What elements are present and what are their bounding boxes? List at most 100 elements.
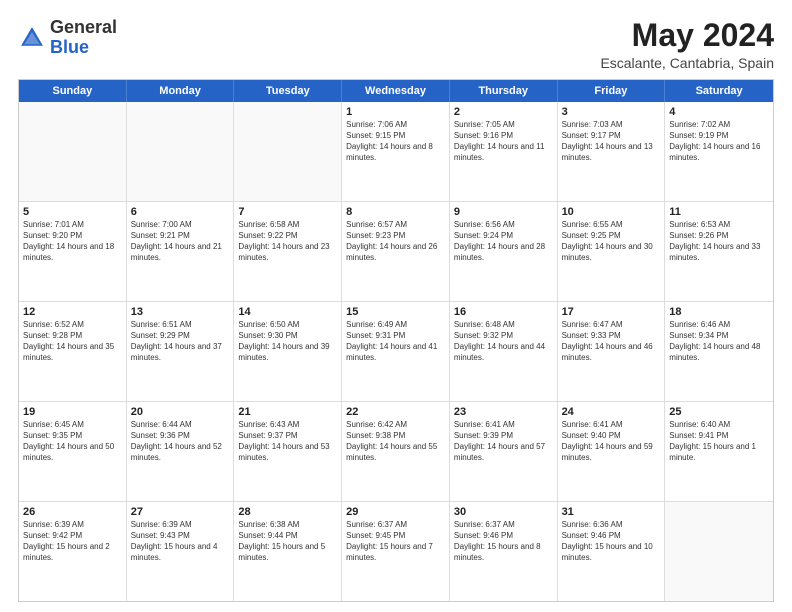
day-number: 12 — [23, 305, 122, 319]
calendar: SundayMondayTuesdayWednesdayThursdayFrid… — [18, 79, 774, 602]
cal-header-friday: Friday — [558, 80, 666, 102]
cal-cell-day-30: 30Sunrise: 6:37 AM Sunset: 9:46 PM Dayli… — [450, 502, 558, 601]
day-number: 28 — [238, 505, 337, 519]
cal-cell-empty — [234, 102, 342, 201]
logo-text: General Blue — [50, 18, 117, 58]
cal-cell-day-31: 31Sunrise: 6:36 AM Sunset: 9:46 PM Dayli… — [558, 502, 666, 601]
cell-details: Sunrise: 7:06 AM Sunset: 9:15 PM Dayligh… — [346, 120, 445, 163]
cal-cell-day-7: 7Sunrise: 6:58 AM Sunset: 9:22 PM Daylig… — [234, 202, 342, 301]
cal-cell-day-27: 27Sunrise: 6:39 AM Sunset: 9:43 PM Dayli… — [127, 502, 235, 601]
cal-cell-day-1: 1Sunrise: 7:06 AM Sunset: 9:15 PM Daylig… — [342, 102, 450, 201]
cal-header-sunday: Sunday — [19, 80, 127, 102]
cal-week-5: 26Sunrise: 6:39 AM Sunset: 9:42 PM Dayli… — [19, 502, 773, 601]
cal-cell-day-12: 12Sunrise: 6:52 AM Sunset: 9:28 PM Dayli… — [19, 302, 127, 401]
cal-cell-day-24: 24Sunrise: 6:41 AM Sunset: 9:40 PM Dayli… — [558, 402, 666, 501]
cell-details: Sunrise: 6:42 AM Sunset: 9:38 PM Dayligh… — [346, 420, 445, 463]
day-number: 17 — [562, 305, 661, 319]
cal-header-wednesday: Wednesday — [342, 80, 450, 102]
header: General Blue May 2024 Escalante, Cantabr… — [18, 18, 774, 71]
cell-details: Sunrise: 6:37 AM Sunset: 9:46 PM Dayligh… — [454, 520, 553, 563]
day-number: 1 — [346, 105, 445, 119]
cal-cell-day-23: 23Sunrise: 6:41 AM Sunset: 9:39 PM Dayli… — [450, 402, 558, 501]
day-number: 24 — [562, 405, 661, 419]
cal-cell-day-17: 17Sunrise: 6:47 AM Sunset: 9:33 PM Dayli… — [558, 302, 666, 401]
cell-details: Sunrise: 6:53 AM Sunset: 9:26 PM Dayligh… — [669, 220, 769, 263]
cell-details: Sunrise: 6:55 AM Sunset: 9:25 PM Dayligh… — [562, 220, 661, 263]
day-number: 2 — [454, 105, 553, 119]
logo-blue: Blue — [50, 37, 89, 57]
cell-details: Sunrise: 6:41 AM Sunset: 9:39 PM Dayligh… — [454, 420, 553, 463]
cal-cell-day-15: 15Sunrise: 6:49 AM Sunset: 9:31 PM Dayli… — [342, 302, 450, 401]
cal-cell-day-13: 13Sunrise: 6:51 AM Sunset: 9:29 PM Dayli… — [127, 302, 235, 401]
day-number: 6 — [131, 205, 230, 219]
cal-week-4: 19Sunrise: 6:45 AM Sunset: 9:35 PM Dayli… — [19, 402, 773, 502]
page: General Blue May 2024 Escalante, Cantabr… — [0, 0, 792, 612]
day-number: 23 — [454, 405, 553, 419]
day-number: 19 — [23, 405, 122, 419]
cal-cell-day-4: 4Sunrise: 7:02 AM Sunset: 9:19 PM Daylig… — [665, 102, 773, 201]
cell-details: Sunrise: 6:58 AM Sunset: 9:22 PM Dayligh… — [238, 220, 337, 263]
cal-cell-day-25: 25Sunrise: 6:40 AM Sunset: 9:41 PM Dayli… — [665, 402, 773, 501]
day-number: 10 — [562, 205, 661, 219]
logo: General Blue — [18, 18, 117, 58]
day-number: 9 — [454, 205, 553, 219]
cell-details: Sunrise: 6:52 AM Sunset: 9:28 PM Dayligh… — [23, 320, 122, 363]
location: Escalante, Cantabria, Spain — [600, 55, 774, 71]
cal-cell-day-6: 6Sunrise: 7:00 AM Sunset: 9:21 PM Daylig… — [127, 202, 235, 301]
cell-details: Sunrise: 6:43 AM Sunset: 9:37 PM Dayligh… — [238, 420, 337, 463]
cal-cell-day-2: 2Sunrise: 7:05 AM Sunset: 9:16 PM Daylig… — [450, 102, 558, 201]
day-number: 26 — [23, 505, 122, 519]
day-number: 20 — [131, 405, 230, 419]
day-number: 31 — [562, 505, 661, 519]
cal-cell-day-26: 26Sunrise: 6:39 AM Sunset: 9:42 PM Dayli… — [19, 502, 127, 601]
cell-details: Sunrise: 6:44 AM Sunset: 9:36 PM Dayligh… — [131, 420, 230, 463]
cal-cell-day-21: 21Sunrise: 6:43 AM Sunset: 9:37 PM Dayli… — [234, 402, 342, 501]
day-number: 11 — [669, 205, 769, 219]
cell-details: Sunrise: 7:01 AM Sunset: 9:20 PM Dayligh… — [23, 220, 122, 263]
day-number: 29 — [346, 505, 445, 519]
cell-details: Sunrise: 6:48 AM Sunset: 9:32 PM Dayligh… — [454, 320, 553, 363]
day-number: 22 — [346, 405, 445, 419]
cell-details: Sunrise: 6:37 AM Sunset: 9:45 PM Dayligh… — [346, 520, 445, 563]
cell-details: Sunrise: 7:02 AM Sunset: 9:19 PM Dayligh… — [669, 120, 769, 163]
cell-details: Sunrise: 6:51 AM Sunset: 9:29 PM Dayligh… — [131, 320, 230, 363]
title-block: May 2024 Escalante, Cantabria, Spain — [600, 18, 774, 71]
cal-header-monday: Monday — [127, 80, 235, 102]
cell-details: Sunrise: 6:39 AM Sunset: 9:42 PM Dayligh… — [23, 520, 122, 563]
day-number: 8 — [346, 205, 445, 219]
day-number: 27 — [131, 505, 230, 519]
cal-cell-day-5: 5Sunrise: 7:01 AM Sunset: 9:20 PM Daylig… — [19, 202, 127, 301]
cal-week-1: 1Sunrise: 7:06 AM Sunset: 9:15 PM Daylig… — [19, 102, 773, 202]
cal-cell-day-9: 9Sunrise: 6:56 AM Sunset: 9:24 PM Daylig… — [450, 202, 558, 301]
cal-week-2: 5Sunrise: 7:01 AM Sunset: 9:20 PM Daylig… — [19, 202, 773, 302]
cal-cell-day-28: 28Sunrise: 6:38 AM Sunset: 9:44 PM Dayli… — [234, 502, 342, 601]
day-number: 3 — [562, 105, 661, 119]
cal-cell-empty — [19, 102, 127, 201]
day-number: 7 — [238, 205, 337, 219]
cal-cell-day-8: 8Sunrise: 6:57 AM Sunset: 9:23 PM Daylig… — [342, 202, 450, 301]
cal-cell-empty — [127, 102, 235, 201]
cal-cell-day-11: 11Sunrise: 6:53 AM Sunset: 9:26 PM Dayli… — [665, 202, 773, 301]
cal-cell-day-22: 22Sunrise: 6:42 AM Sunset: 9:38 PM Dayli… — [342, 402, 450, 501]
cal-cell-empty — [665, 502, 773, 601]
cell-details: Sunrise: 6:45 AM Sunset: 9:35 PM Dayligh… — [23, 420, 122, 463]
cal-cell-day-20: 20Sunrise: 6:44 AM Sunset: 9:36 PM Dayli… — [127, 402, 235, 501]
cal-cell-day-3: 3Sunrise: 7:03 AM Sunset: 9:17 PM Daylig… — [558, 102, 666, 201]
cell-details: Sunrise: 6:41 AM Sunset: 9:40 PM Dayligh… — [562, 420, 661, 463]
cal-header-tuesday: Tuesday — [234, 80, 342, 102]
day-number: 30 — [454, 505, 553, 519]
cell-details: Sunrise: 6:49 AM Sunset: 9:31 PM Dayligh… — [346, 320, 445, 363]
day-number: 16 — [454, 305, 553, 319]
logo-general: General — [50, 17, 117, 37]
cell-details: Sunrise: 6:56 AM Sunset: 9:24 PM Dayligh… — [454, 220, 553, 263]
cell-details: Sunrise: 6:50 AM Sunset: 9:30 PM Dayligh… — [238, 320, 337, 363]
calendar-header-row: SundayMondayTuesdayWednesdayThursdayFrid… — [19, 80, 773, 102]
cal-week-3: 12Sunrise: 6:52 AM Sunset: 9:28 PM Dayli… — [19, 302, 773, 402]
day-number: 15 — [346, 305, 445, 319]
cell-details: Sunrise: 6:39 AM Sunset: 9:43 PM Dayligh… — [131, 520, 230, 563]
cal-header-saturday: Saturday — [665, 80, 773, 102]
cell-details: Sunrise: 6:47 AM Sunset: 9:33 PM Dayligh… — [562, 320, 661, 363]
cell-details: Sunrise: 7:05 AM Sunset: 9:16 PM Dayligh… — [454, 120, 553, 163]
day-number: 18 — [669, 305, 769, 319]
day-number: 25 — [669, 405, 769, 419]
